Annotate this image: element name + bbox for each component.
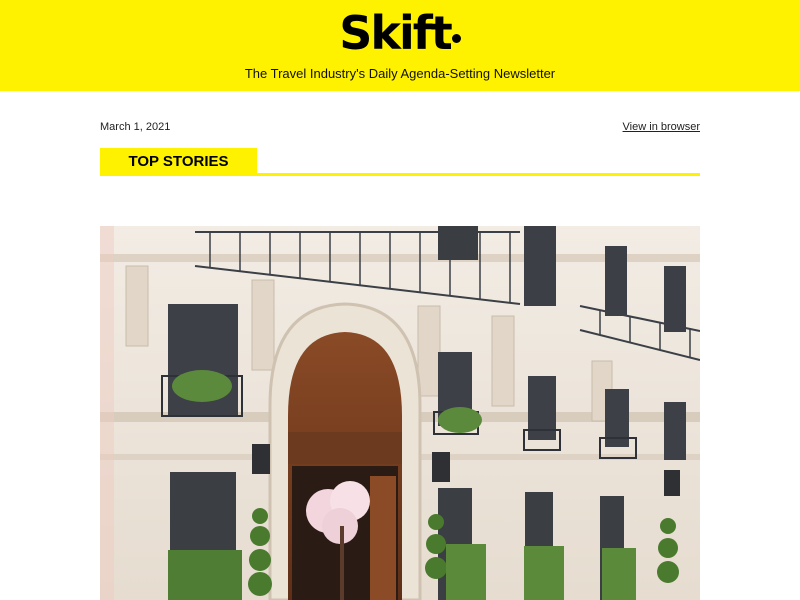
logo-text: Skift — [339, 6, 452, 60]
section-title: TOP STORIES — [100, 148, 257, 176]
newsletter-tagline: The Travel Industry's Daily Agenda-Setti… — [244, 66, 556, 81]
newsletter-header: Skift The Travel Industry's Daily Agenda… — [0, 0, 800, 91]
issue-date: March 1, 2021 — [100, 121, 171, 133]
hero-image[interactable] — [100, 226, 700, 600]
hotel-facade-illustration — [100, 226, 700, 600]
logo-dot-icon — [451, 34, 461, 43]
skift-logo[interactable]: Skift — [0, 5, 800, 61]
view-in-browser-link[interactable]: View in browser — [623, 121, 700, 133]
